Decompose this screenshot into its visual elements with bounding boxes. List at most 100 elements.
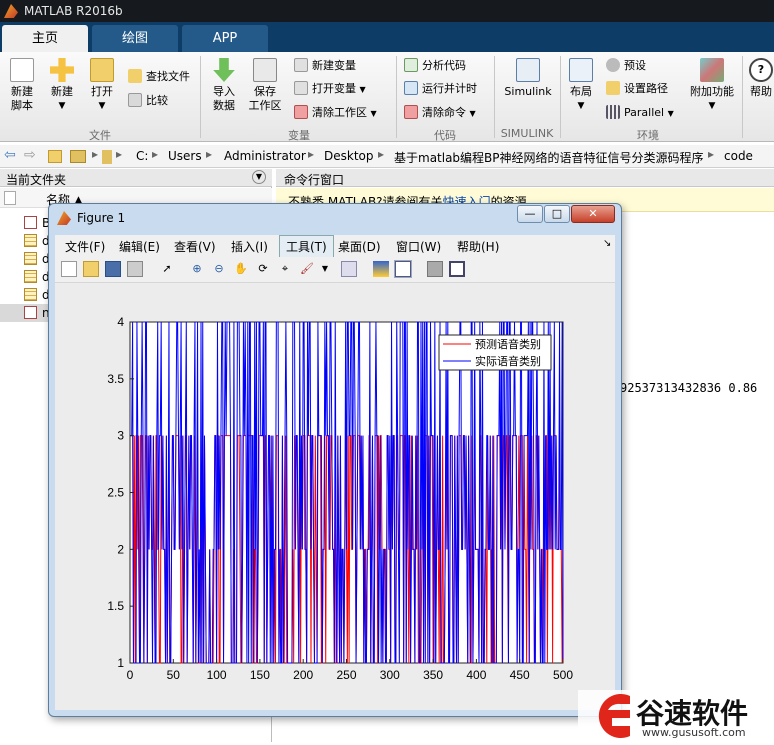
save-workspace-button[interactable]: 保存 工作区	[246, 58, 284, 113]
menu-insert[interactable]: 插入(I)	[231, 238, 268, 255]
minimize-button[interactable]: —	[517, 205, 543, 223]
new-button[interactable]: 新建 ▼	[44, 58, 80, 113]
zoom-in-icon[interactable]: ⊕	[189, 261, 205, 277]
brush-icon[interactable]: 🖌	[299, 261, 315, 277]
analyze-code-label: 分析代码	[422, 59, 466, 72]
print-icon[interactable]	[127, 261, 143, 277]
set-path-button[interactable]: 设置路径	[606, 80, 668, 98]
back-arrow-icon[interactable]: ⇦	[4, 147, 16, 163]
open-variable-button[interactable]: 打开变量 ▼	[294, 80, 366, 98]
legend-icon[interactable]	[394, 260, 412, 278]
pan-hand-icon[interactable]: ✋	[233, 261, 249, 277]
forward-arrow-icon[interactable]: ⇨	[24, 147, 36, 163]
path-separator-icon: ▸	[378, 147, 385, 161]
path-segment[interactable]: Desktop	[324, 149, 374, 163]
menu-window[interactable]: 窗口(W)	[396, 238, 441, 255]
set-path-icon	[606, 81, 620, 95]
close-button[interactable]: ✕	[571, 205, 615, 223]
up-folder-icon[interactable]	[48, 150, 62, 163]
layout-button[interactable]: 布局 ▼	[564, 58, 598, 113]
browse-folder-icon[interactable]	[70, 150, 86, 163]
menu-tools[interactable]: 工具(T)	[279, 235, 334, 258]
menu-edit[interactable]: 编辑(E)	[119, 238, 160, 255]
open-label: 打开	[91, 85, 113, 98]
menu-help[interactable]: 帮助(H)	[457, 238, 499, 255]
path-segment[interactable]: Users	[168, 149, 202, 163]
open-file-icon[interactable]	[83, 261, 99, 277]
path-separator-icon: ▸	[308, 147, 315, 161]
maximize-button[interactable]: □	[544, 205, 570, 223]
addons-button[interactable]: 附加功能 ▼	[686, 58, 738, 113]
addons-label: 附加功能	[690, 85, 734, 98]
tab-apps[interactable]: APP	[182, 25, 268, 52]
current-folder-title: 当前文件夹	[6, 173, 67, 187]
tab-plots[interactable]: 绘图	[92, 25, 178, 52]
dock-arrow-icon[interactable]: ↘	[603, 238, 611, 249]
new-variable-label: 新建变量	[312, 59, 356, 72]
y-tick-label: 2	[117, 542, 124, 556]
chevron-down-icon[interactable]: ▼	[317, 261, 333, 277]
rotate-3d-icon[interactable]: ⟳	[255, 261, 271, 277]
simulink-button[interactable]: Simulink	[500, 58, 556, 99]
data-cursor-icon[interactable]: ⌖	[277, 261, 293, 277]
help-button[interactable]: ? 帮助	[746, 58, 774, 99]
path-segment[interactable]: code	[724, 149, 753, 163]
menu-file[interactable]: 文件(F)	[65, 238, 105, 255]
data-file-icon	[24, 234, 37, 247]
data-file-icon	[24, 252, 37, 265]
title-bar: MATLAB R2016b	[0, 0, 774, 22]
chevron-down-icon: ▼	[370, 109, 377, 118]
import-data-button[interactable]: 导入 数据	[206, 58, 242, 113]
new-script-label: 新建 脚本	[11, 85, 33, 112]
panel-menu-icon[interactable]: ▼	[252, 170, 266, 184]
menu-view[interactable]: 查看(V)	[174, 238, 216, 255]
find-folder-icon	[128, 69, 142, 83]
mfile-icon	[24, 216, 37, 229]
path-segment[interactable]: 基于matlab编程BP神经网络的语音特征信号分类源码程序	[394, 149, 704, 166]
pointer-icon[interactable]: ➚	[159, 261, 175, 277]
clear-workspace-button[interactable]: 清除工作区 ▼	[294, 104, 377, 122]
path-separator-icon: ▸	[92, 147, 99, 161]
show-plot-tools-icon[interactable]	[449, 261, 465, 277]
path-separator-icon: ▸	[206, 147, 213, 161]
zoom-out-icon[interactable]: ⊖	[211, 261, 227, 277]
menu-desktop[interactable]: 桌面(D)	[338, 238, 381, 255]
colorbar-icon[interactable]	[373, 261, 389, 277]
x-tick-label: 0	[127, 668, 134, 682]
path-segment[interactable]: C:	[136, 149, 148, 163]
x-tick-label: 450	[510, 668, 530, 682]
find-files-button[interactable]: 查找文件	[128, 68, 190, 86]
path-segment[interactable]: Administrator	[224, 149, 306, 163]
save-icon[interactable]	[105, 261, 121, 277]
group-variable-label: 变量	[288, 129, 310, 142]
set-path-label: 设置路径	[624, 82, 668, 95]
legend[interactable]: 预测语音类别 实际语音类别	[438, 334, 552, 371]
run-and-time-button[interactable]: 运行并计时	[404, 80, 477, 98]
analyze-code-button[interactable]: 分析代码	[404, 57, 466, 75]
compare-button[interactable]: 比较	[128, 92, 168, 110]
x-tick-label: 150	[250, 668, 270, 682]
chart-plot-svg[interactable]: 0 50 100 150 200 250 300 350 400 450 500 1 1.5 2 2.5 3 3…	[55, 283, 615, 710]
legend-label-predicted: 预测语音类别	[475, 337, 541, 351]
clear-commands-button[interactable]: 清除命令 ▼	[404, 104, 476, 122]
tab-home[interactable]: 主页	[2, 25, 88, 52]
preferences-button[interactable]: 预设	[606, 57, 646, 75]
layout-label: 布局	[570, 85, 592, 98]
new-script-button[interactable]: 新建 脚本	[4, 58, 40, 113]
matlab-logo-icon	[4, 4, 18, 18]
hide-plot-tools-icon[interactable]	[427, 261, 443, 277]
watermark: 谷速软件 www.gususoft.com	[578, 690, 774, 742]
import-label: 导入 数据	[213, 85, 235, 112]
parallel-button[interactable]: Parallel ▼	[606, 104, 674, 122]
plus-icon	[50, 58, 74, 82]
ribbon-separator	[200, 56, 201, 138]
figure-window[interactable]: Figure 1 — □ ✕ 文件(F) 编辑(E) 查看(V) 插入(I) 工…	[48, 203, 622, 717]
gear-icon	[606, 58, 620, 72]
new-figure-icon[interactable]	[61, 261, 77, 277]
link-plot-icon[interactable]	[341, 261, 357, 277]
chevron-down-icon: ▼	[577, 101, 585, 111]
run-time-icon	[404, 81, 418, 95]
open-button[interactable]: 打开 ▼	[84, 58, 120, 113]
new-variable-button[interactable]: 新建变量	[294, 57, 356, 75]
clear-commands-icon	[404, 105, 418, 119]
